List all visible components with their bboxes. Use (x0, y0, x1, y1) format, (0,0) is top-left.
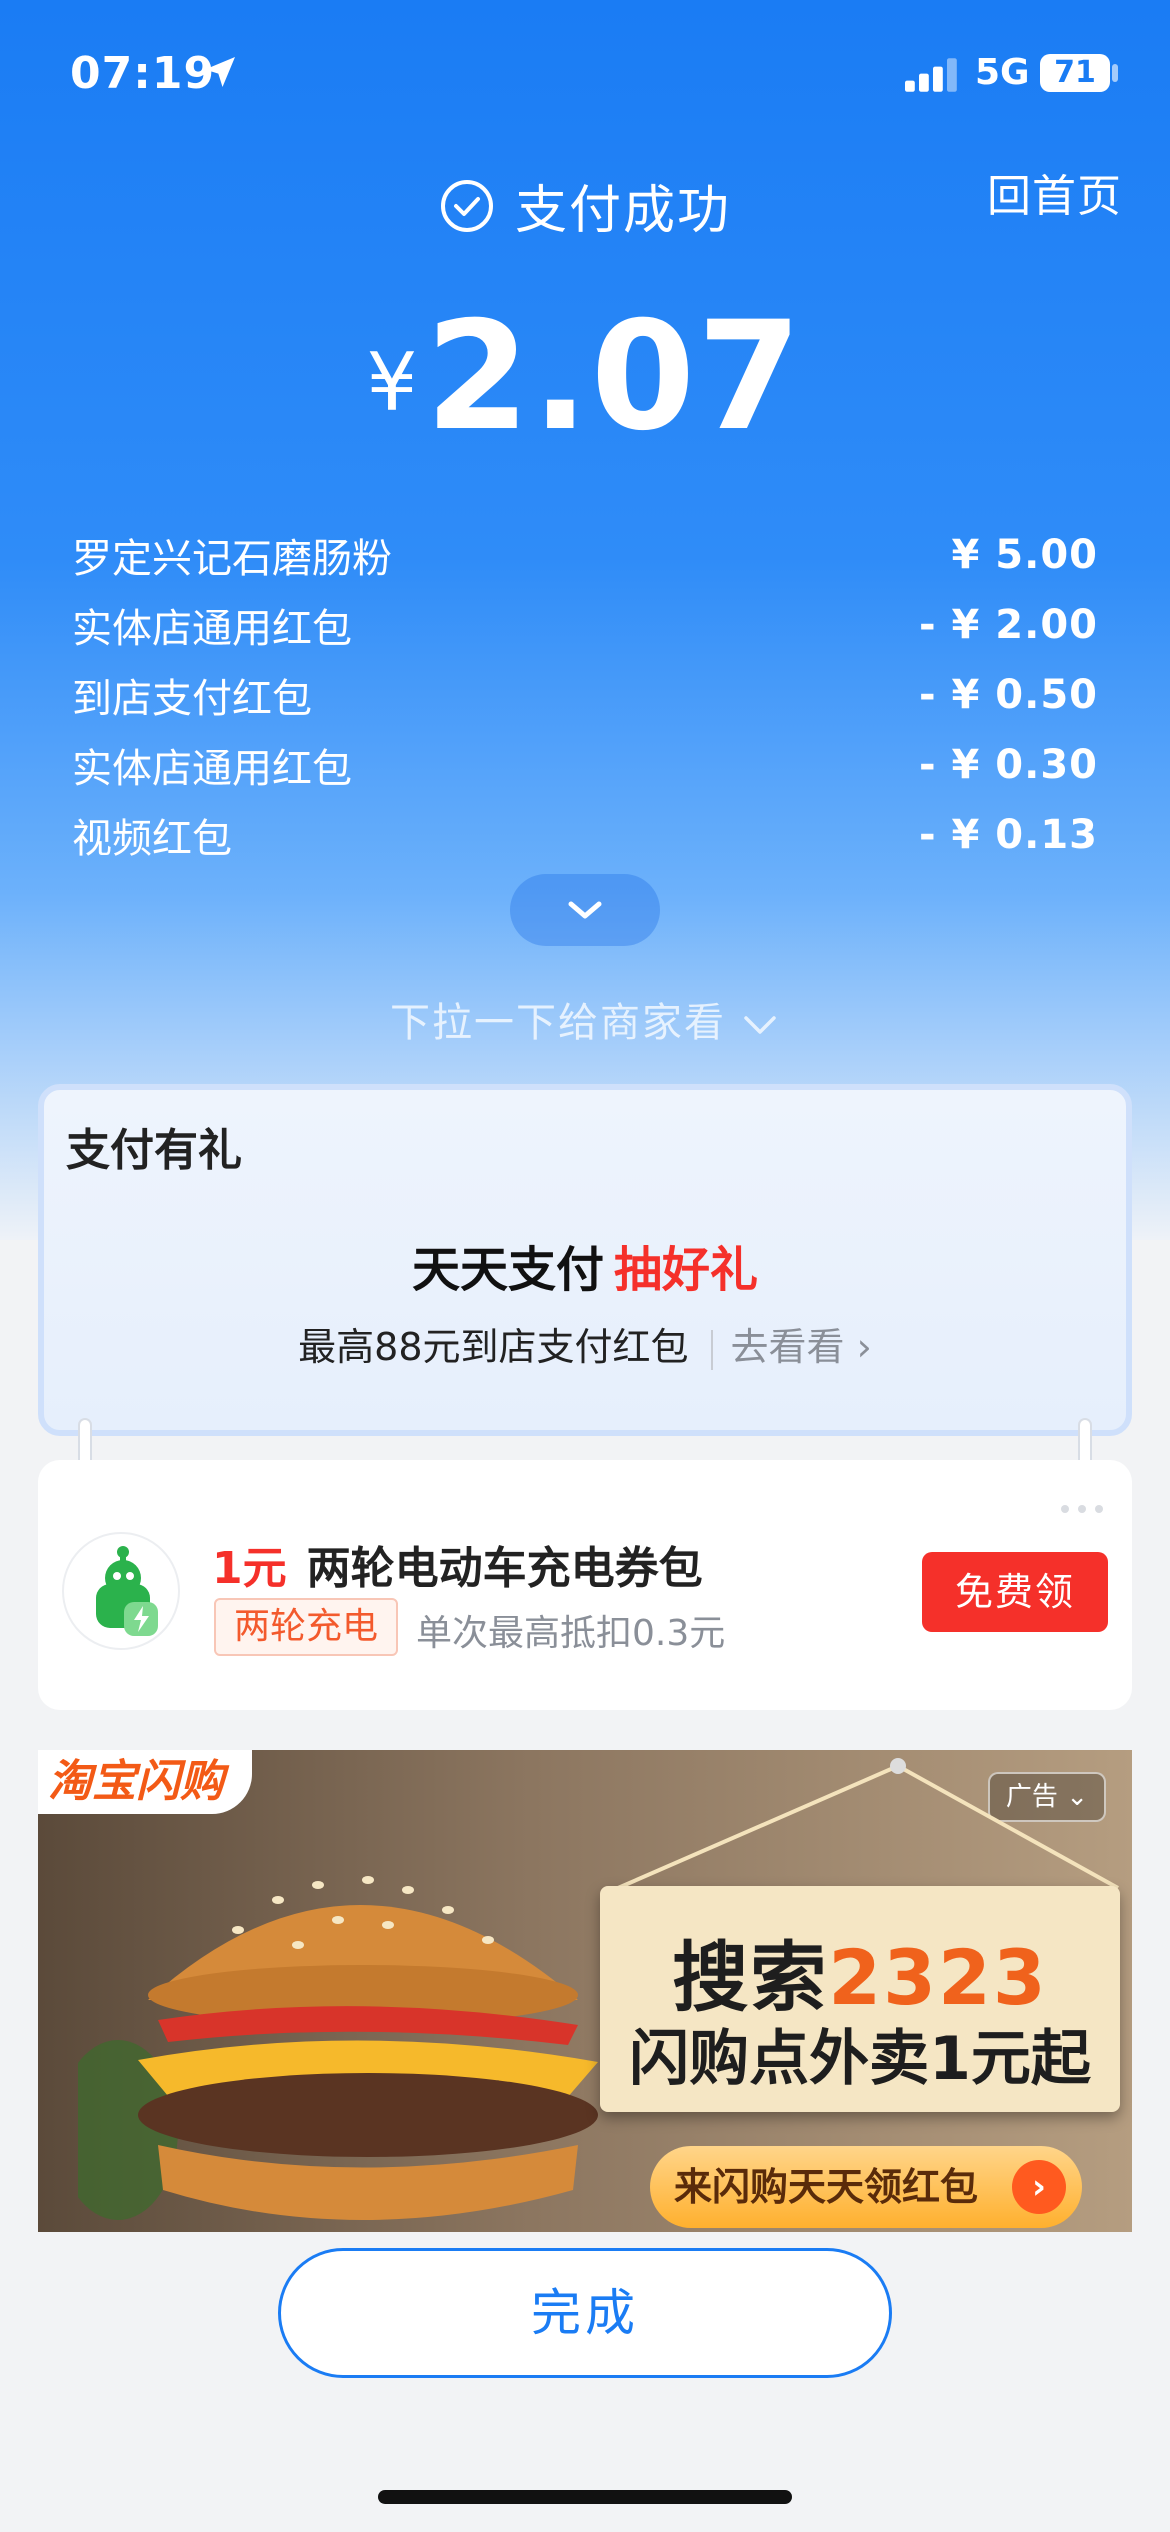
pull-down-hint-text: 下拉一下给商家看 (390, 1000, 726, 1046)
gift-headline-text: 天天支付 (411, 1242, 604, 1298)
back-home-link[interactable]: 回首页 (987, 160, 1122, 224)
coupon-description: 单次最高抵扣0.3元 (416, 1613, 726, 1654)
coupon-card: 1元 两轮电动车充电券包 两轮充电 单次最高抵扣0.3元 免费领 (38, 1460, 1132, 1710)
detail-value: - ¥ 0.30 (919, 742, 1098, 788)
detail-label: 到店支付红包 (72, 676, 312, 722)
detail-label: 实体店通用红包 (72, 746, 352, 792)
battery-cap (1112, 64, 1118, 82)
chevron-right-icon: › (1012, 2160, 1066, 2214)
detail-label: 视频红包 (72, 816, 232, 862)
gift-subtitle-text: 最高88元到店支付红包 (298, 1325, 689, 1369)
gift-go-link[interactable]: 去看看 (731, 1325, 845, 1369)
ad-cta-text: 来闪购天天领红包 (674, 2165, 979, 2209)
coupon-title: 1元 两轮电动车充电券包 (212, 1532, 703, 1596)
payment-status-text: 支付成功 (514, 181, 731, 241)
detail-value: - ¥ 2.00 (919, 602, 1098, 648)
divider (710, 1329, 713, 1370)
status-bar: 07:19 5G 71 (0, 0, 1170, 140)
done-button[interactable]: 完成 (278, 2248, 892, 2378)
gift-subtitle: 最高88元到店支付红包 去看看 › (44, 1316, 1126, 1371)
coupon-title-text: 两轮电动车充电券包 (306, 1543, 703, 1594)
detail-row: 视频红包 - ¥ 0.13 (72, 800, 1098, 870)
chevron-down-icon (568, 901, 602, 919)
ad-sign-board: 搜索2323 闪购点外卖1元起 (600, 1886, 1120, 2112)
ad-subheadline: 闪购点外卖1元起 (629, 2024, 1091, 2094)
payment-gift-card[interactable]: 支付有礼 天天支付 抽好礼 最高88元到店支付红包 去看看 › (38, 1084, 1132, 1436)
amount-value: 2.07 (425, 290, 804, 464)
detail-value: ¥ 5.00 (951, 532, 1098, 578)
coupon-price: 1元 (212, 1543, 287, 1594)
detail-row: 实体店通用红包 - ¥ 2.00 (72, 590, 1098, 660)
battery-icon: 71 (1040, 54, 1110, 92)
gift-headline: 天天支付 抽好礼 (44, 1230, 1126, 1300)
ad-headline-prefix: 搜索 (672, 1933, 829, 2022)
ad-headline-number: 2323 (828, 1933, 1048, 2022)
detail-label: 实体店通用红包 (72, 606, 352, 652)
payment-amount: ¥2.07 (0, 290, 1170, 464)
signal-icon (905, 58, 957, 92)
detail-row: 到店支付红包 - ¥ 0.50 (72, 660, 1098, 730)
detail-label: 罗定兴记石磨肠粉 (72, 536, 392, 582)
hanging-string (617, 1758, 1119, 1890)
gift-headline-highlight: 抽好礼 (614, 1242, 759, 1298)
burger-image (78, 1876, 598, 2220)
detail-value: - ¥ 0.13 (919, 812, 1098, 858)
chevron-right-icon: › (844, 1325, 872, 1369)
currency-symbol: ¥ (366, 336, 418, 429)
ad-cta-button[interactable]: 来闪购天天领红包 › (650, 2146, 1082, 2228)
payment-details: 罗定兴记石磨肠粉 ¥ 5.00 实体店通用红包 - ¥ 2.00 到店支付红包 … (72, 520, 1098, 870)
claim-coupon-button[interactable]: 免费领 (922, 1552, 1108, 1632)
gift-title: 支付有礼 (66, 1125, 242, 1176)
charging-robot-icon (96, 1546, 158, 1636)
pull-down-hint[interactable]: 下拉一下给商家看 (0, 990, 1170, 1048)
detail-row: 罗定兴记石磨肠粉 ¥ 5.00 (72, 520, 1098, 590)
expand-details-button[interactable] (510, 874, 660, 946)
check-circle-icon (440, 179, 493, 232)
ad-brand: 淘宝闪购 (38, 1750, 252, 1814)
network-label: 5G (975, 52, 1030, 93)
ad-banner[interactable]: 淘宝闪购 广告 ⌄ 搜索2323 闪购点外卖1元起 来闪购天天领红包 › (38, 1750, 1132, 2232)
location-arrow-icon (205, 57, 235, 87)
detail-row: 实体店通用红包 - ¥ 0.30 (72, 730, 1098, 800)
more-icon[interactable] (1060, 1504, 1104, 1514)
status-time: 07:19 (70, 48, 216, 99)
chevron-down-icon (744, 1016, 776, 1034)
coupon-tag: 两轮充电 (214, 1598, 399, 1656)
home-indicator[interactable] (378, 2490, 792, 2504)
charging-logo-icon (62, 1532, 180, 1650)
detail-value: - ¥ 0.50 (919, 672, 1098, 718)
